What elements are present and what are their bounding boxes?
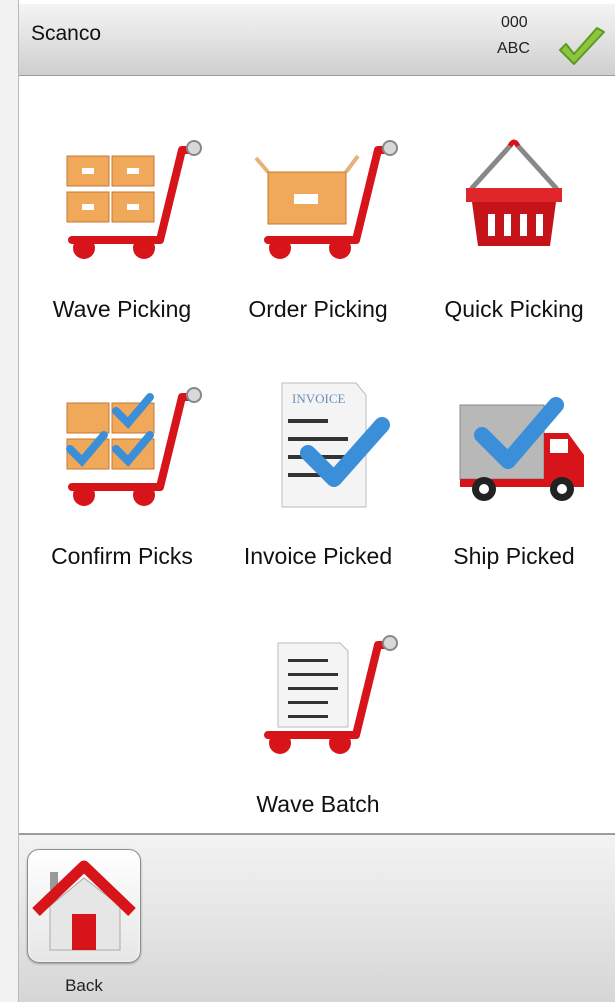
menu-item-wave-picking[interactable]: Wave Picking bbox=[22, 128, 222, 323]
menu-item-label: Quick Picking bbox=[444, 296, 584, 322]
menu-item-label: Invoice Picked bbox=[243, 543, 393, 569]
home-icon bbox=[32, 860, 136, 951]
back-label: Back bbox=[65, 976, 103, 995]
menu-item-order-picking[interactable]: Order Picking bbox=[218, 128, 418, 323]
header-bar: Scanco 000 ABC bbox=[19, 4, 615, 76]
cart-check-icon bbox=[66, 387, 202, 506]
basket-icon bbox=[466, 139, 562, 246]
menu-item-label: Confirm Picks bbox=[51, 543, 193, 569]
check-icon bbox=[559, 27, 605, 65]
header-code: 000 bbox=[501, 14, 528, 31]
menu-item-confirm-picks[interactable]: Confirm Picks bbox=[22, 375, 222, 570]
menu-item-quick-picking[interactable]: Quick Picking bbox=[414, 128, 614, 323]
app-frame: Scanco 000 ABC Wave Picking Order Pickin… bbox=[18, 0, 615, 1002]
menu-item-wave-batch[interactable]: Wave Batch bbox=[218, 623, 418, 818]
menu-item-label: Ship Picked bbox=[453, 543, 575, 569]
menu-item-label: Order Picking bbox=[248, 296, 388, 322]
invoice-check-icon: INVOICE bbox=[281, 382, 390, 508]
footer-bar: Back bbox=[19, 833, 615, 1002]
svg-text:INVOICE: INVOICE bbox=[292, 391, 345, 406]
menu-item-label: Wave Batch bbox=[256, 791, 380, 817]
cart-document-icon bbox=[264, 635, 398, 754]
back-button[interactable] bbox=[27, 849, 141, 963]
header-subcode: ABC bbox=[497, 40, 530, 57]
app-title: Scanco bbox=[31, 22, 102, 45]
truck-check-icon bbox=[459, 397, 584, 501]
menu-item-label: Wave Picking bbox=[52, 296, 192, 322]
cart-box-icon bbox=[254, 140, 398, 259]
cart-boxes-icon bbox=[66, 140, 202, 259]
menu-item-invoice-picked[interactable]: INVOICE Invoice Picked bbox=[218, 375, 418, 570]
menu-item-ship-picked[interactable]: Ship Picked bbox=[414, 375, 614, 570]
